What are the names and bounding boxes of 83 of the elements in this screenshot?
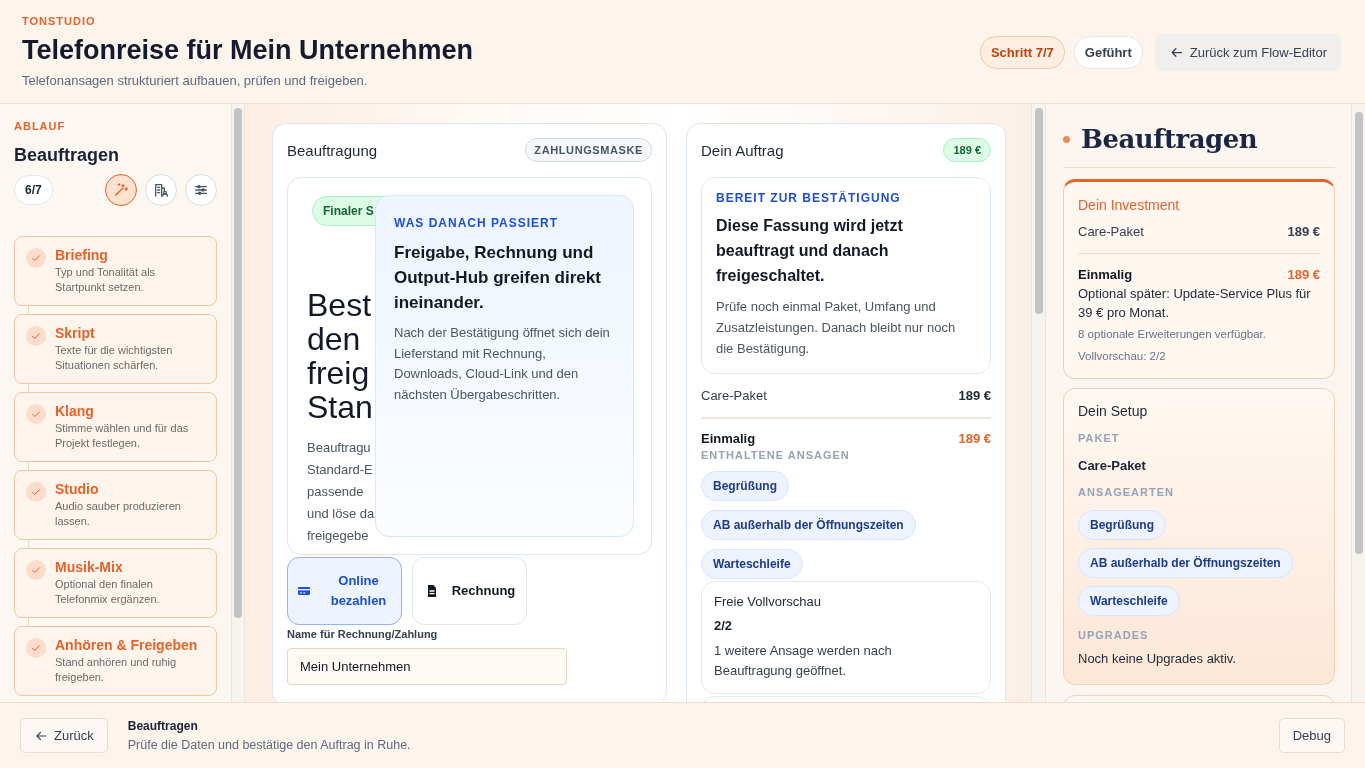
step-title: Briefing — [55, 247, 108, 263]
payment-method-button[interactable]: Rechnung — [412, 557, 527, 625]
card-title: Dein Investment — [1078, 197, 1180, 213]
section-label: UPGRADES — [1078, 629, 1149, 641]
footer-text: Prüfe die Daten und bestätige den Auftrag in Ruhe. — [127, 738, 411, 752]
step-title: Musik-Mix — [55, 559, 123, 575]
name-input-field[interactable]: Mein Unternehmen — [287, 648, 567, 685]
line-label: Care-Paket — [701, 388, 767, 403]
field-label: Name für Rechnung/Zahlung — [287, 628, 438, 640]
notice-title: Diese Fassung wird jetzt beauftragt und danach freigeschaltet. — [716, 216, 904, 286]
arrow-left-icon — [1168, 45, 1184, 60]
brand-label: TONSTUDIO — [22, 15, 96, 27]
announcement-tag: Begrüßung — [701, 471, 789, 501]
card-title: Dein Setup — [1078, 403, 1148, 419]
upgrades-text: Noch keine Upgrades aktiv. — [1078, 651, 1237, 666]
debug-button[interactable]: Debug — [1278, 718, 1345, 753]
line-label: Einmalig — [1078, 267, 1133, 282]
summary-title: Beauftragen — [1081, 123, 1258, 156]
page-subtitle: Telefonansagen strukturiert aufbauen, prüfen und freigeben. — [22, 73, 368, 88]
back-to-editor-button[interactable]: Zurück zum Flow-Editor — [1154, 34, 1341, 71]
step-description: Audio sauber produzieren lassen. — [55, 499, 182, 529]
announcement-tag: AB außerhalb der Öffnungszeiten — [1078, 548, 1293, 578]
section-label: ABLAUF — [14, 120, 66, 132]
preview-note: Vollvorschau: 2/2 — [1078, 349, 1167, 364]
card-title: Dein Auftrag — [701, 141, 784, 159]
announcement-tag: Warteschleife — [701, 549, 803, 579]
building-person-icon — [153, 182, 170, 198]
card-title: Beauftragung — [287, 141, 378, 159]
step-description: Optional den finalen Telefonmix ergänzen. — [55, 577, 161, 607]
step-description: Stimme wählen und für das Projekt festlegen. — [55, 421, 190, 451]
step-title: Skript — [55, 325, 95, 341]
upgrade-note: Optional später: Update-Service Plus für 39 € pro Monat. — [1078, 285, 1312, 322]
line-amount: 189 € — [1287, 224, 1321, 239]
overlay-title: Freigabe, Rechnung und Output-Hub greifen direkt ineinander. — [394, 242, 602, 314]
step-card[interactable]: Anhören & Freigeben Stand anhören und ruhig freigeben. — [14, 626, 218, 696]
included-label: ENTHALTENE ANSAGEN — [701, 449, 850, 461]
sliders-icon — [193, 182, 210, 198]
page-title: Telefonreise für Mein Unternehmen — [22, 34, 474, 67]
step-title: Studio — [55, 481, 99, 497]
step-card[interactable]: Studio Audio sauber produzieren lassen. — [14, 470, 218, 540]
overlay-text: Nach der Bestätigung öffnet sich dein Lieferstand mit Rechnung, Downloads, Cloud-Link und den nächsten Übergabeschritten. — [394, 324, 611, 404]
price-badge: 189 € — [943, 138, 991, 162]
line-amount: 189 € — [1287, 267, 1321, 282]
extensions-note: 8 optionale Erweiterungen verfügbar. — [1078, 327, 1267, 342]
line-amount: 189 € — [958, 388, 991, 403]
scrollbar[interactable] — [1034, 108, 1043, 314]
mode-badge: Geführt — [1073, 36, 1143, 69]
footer-title: Beauftragen — [127, 719, 198, 733]
scrollbar[interactable] — [234, 108, 243, 618]
announcement-tag: Warteschleife — [1078, 586, 1180, 616]
step-title: Anhören & Freigeben — [55, 637, 198, 653]
step-badge: Schritt 7/7 — [979, 36, 1065, 69]
sidebar-title: Beauftragen — [14, 144, 120, 166]
step-description: Texte für die wichtigsten Situationen schärfen. — [55, 343, 174, 373]
notice-text: Prüfe noch einmal Paket, Umfang und Zusatzleistungen. Danach bleibt nur noch die Bestätigung. — [716, 298, 957, 358]
scrollbar[interactable] — [1354, 112, 1363, 554]
step-card[interactable]: Klang Stimme wählen und für das Projekt festlegen. — [14, 392, 218, 462]
announcement-tag: Begrüßung — [1078, 510, 1166, 540]
progress-badge: 6/7 — [14, 175, 53, 205]
line-label: Care-Paket — [1078, 224, 1144, 239]
package-name: Care-Paket — [1078, 458, 1146, 473]
step-card[interactable]: Skript Texte für die wichtigsten Situationen schärfen. — [14, 314, 218, 384]
status-dot — [1063, 135, 1070, 143]
section-label: ANSAGEARTEN — [1078, 486, 1174, 498]
step-description: Stand anhören und ruhig freigeben. — [55, 655, 178, 685]
mask-badge: ZAHLUNGSMASKE — [525, 138, 652, 162]
magic-wand-icon — [113, 182, 130, 198]
notice-label: BEREIT ZUR BESTÄTIGUNG — [716, 191, 901, 205]
step-card[interactable]: Musik-Mix Optional den finalen Telefonmix ergänzen. — [14, 548, 218, 618]
hero-headline: Best den freig Stan — [307, 288, 373, 424]
back-button[interactable]: Zurück — [20, 718, 108, 753]
section-label: PAKET — [1078, 432, 1120, 444]
preview-text: 1 weitere Ansage werden nach Beauftragung geöffnet. — [714, 642, 893, 680]
step-description: Typ und Tonalität als Startpunkt setzen. — [55, 265, 157, 295]
announcement-tag: AB außerhalb der Öffnungszeiten — [701, 510, 916, 540]
step-title: Klang — [55, 403, 94, 419]
preview-count: 2/2 — [714, 618, 733, 633]
preview-title: Freie Vollvorschau — [714, 594, 821, 609]
step-card[interactable]: Briefing Typ und Tonalität als Startpunkt setzen. — [14, 236, 218, 306]
line-label: Einmalig — [701, 431, 756, 446]
line-amount: 189 € — [958, 431, 991, 446]
payment-method-button[interactable]: Online bezahlen — [287, 557, 402, 625]
hero-text: Beauftragu Standard-E passende und löse da freigegebe — [307, 439, 375, 545]
